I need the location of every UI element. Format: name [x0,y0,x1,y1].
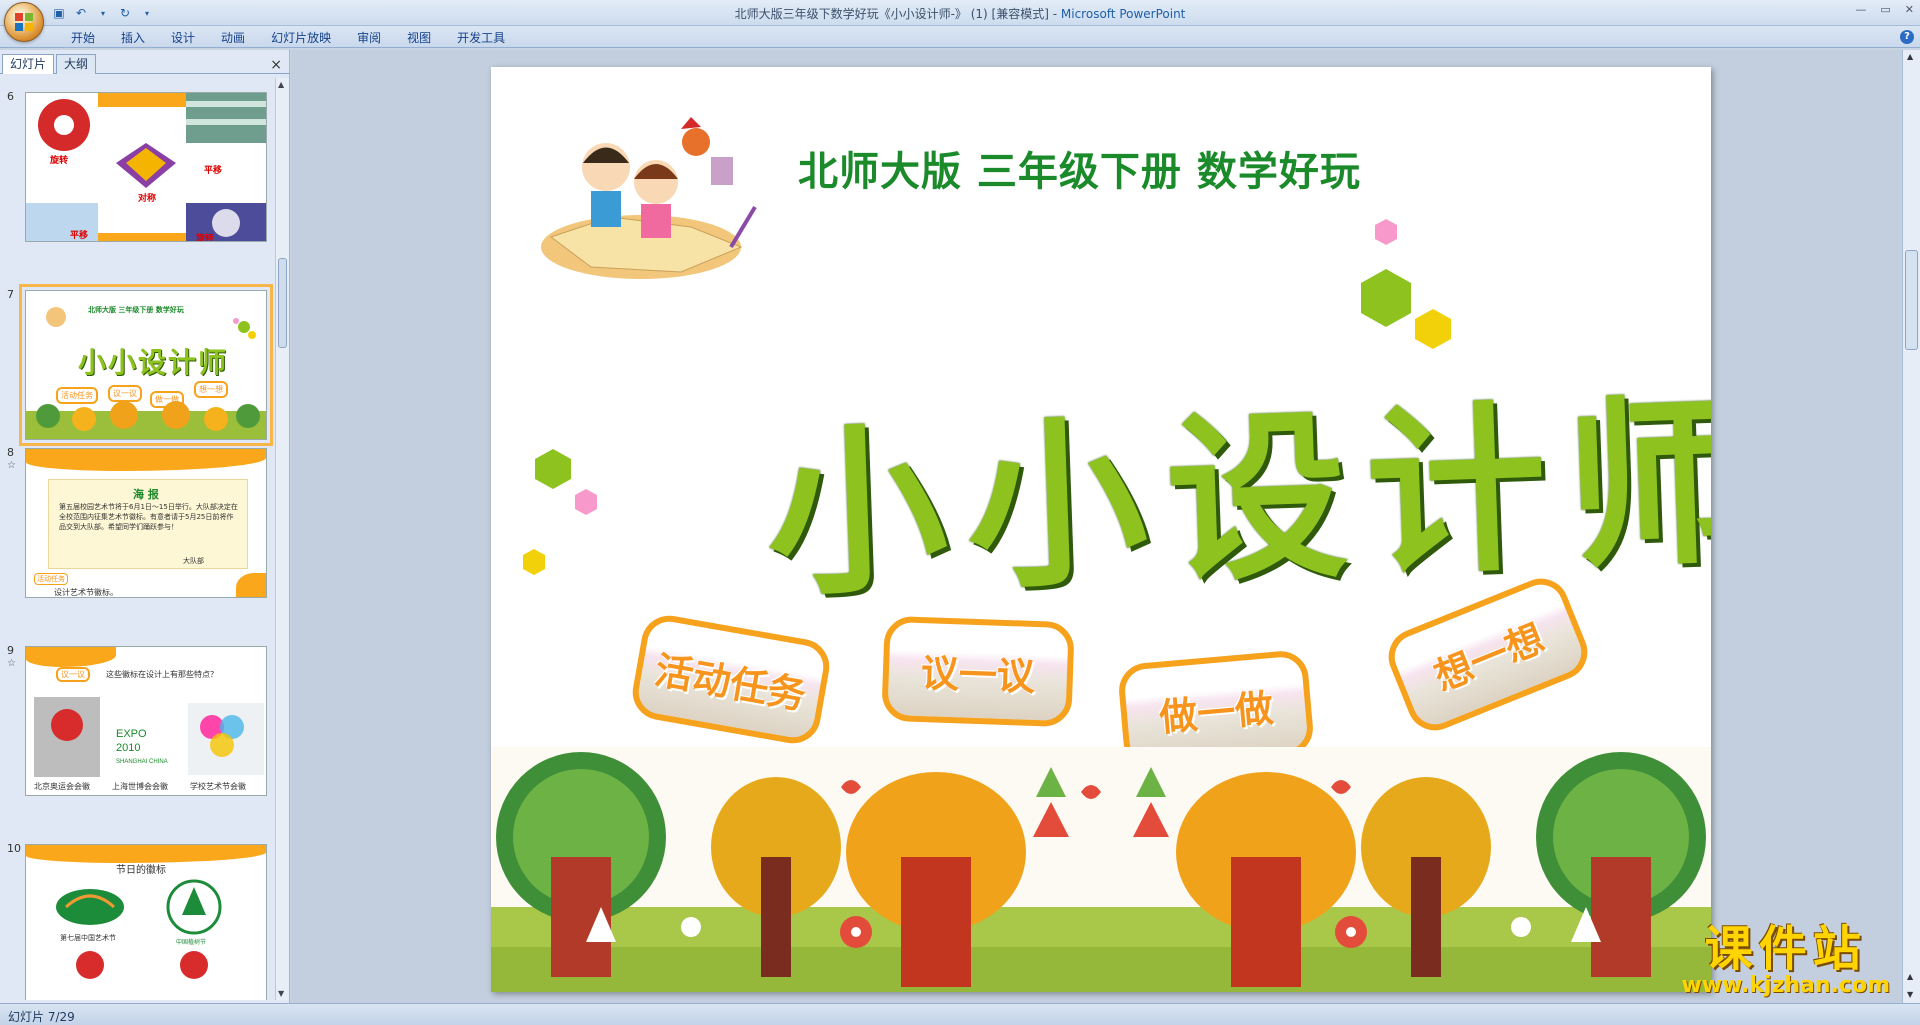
animation-star-icon: ☆ [7,460,16,471]
thumbnail-slide-9[interactable]: 议一议 这些徽标在设计上有那些特点？ EXPO 2010 SHANGHAI CH… [25,646,267,796]
title-bar: ▣ ↶ ▾ ↻ ▾ 北师大版三年级下数学好玩《小小设计师-》 (1) [兼容模式… [0,0,1920,26]
office-logo-icon [15,13,33,31]
scroll-up-icon[interactable]: ▲ [278,80,284,89]
thumbnail-slide-7[interactable]: 北师大版 三年级下册 数学好玩 小小设计师 活动任务 议一议 做一做 想一想 [19,284,273,446]
pink-dot [575,489,597,515]
tab-review[interactable]: 审阅 [344,29,394,47]
thumbnail-slide-10[interactable]: 节日的徽标 第七届中国艺术节 中国植树节 [25,844,267,1000]
yellow-dot [523,549,545,575]
next-slide-icon[interactable]: ▼ [1907,990,1913,999]
tab-design[interactable]: 设计 [158,29,208,47]
slide-title: 小小设计师 [763,375,1711,622]
poster-sign: 大队部 [183,557,204,565]
thumbnail-slide-8[interactable]: 海 报 第五届校园艺术节将于6月1日～15日举行。大队部决定在全校范围内征集艺术… [25,448,267,598]
thumb6-label: 平移 [204,166,223,176]
tab-view[interactable]: 视图 [394,29,444,47]
help-icon[interactable]: ? [1900,30,1914,44]
window-controls: — ▭ ✕ [1855,3,1914,16]
thumb6-label: 旋转 [196,234,215,242]
minimize-icon[interactable]: — [1855,3,1866,16]
thumb9-art: EXPO 2010 SHANGHAI CHINA [34,697,264,777]
slide-canvas[interactable]: 北师大版 三年级下册 数学好玩 小小设计师 活动任务 议一议 做一做 想一想 [491,67,1711,992]
thumb9-caption: 学校艺术节会徽 [190,782,246,791]
slide-thumbnails: 6 旋转 平移 对称 平移 旋转 7 北师大版 三年级下册 数学好玩 小小设计师… [0,78,276,1000]
watermark-text: 课件站 [1704,921,1867,977]
thumb9-caption: 北京奥运会会徽 [34,782,90,791]
thumb9-caption: 上海世博会会徽 [112,782,168,791]
scroll-up-icon[interactable]: ▲ [1907,52,1913,61]
thumbnail-slide-6[interactable]: 旋转 平移 对称 平移 旋转 [25,92,267,242]
restore-icon[interactable]: ▭ [1880,3,1890,16]
scroll-thumb[interactable] [278,258,287,348]
thumbnails-scrollbar[interactable]: ▲ ▼ [275,78,289,1000]
forest-illustration [491,747,1711,992]
poster-body: 第五届校园艺术节将于6月1日～15日举行。大队部决定在全校范围内征集艺术节徽标。… [59,503,238,531]
pink-dot [1375,219,1397,245]
animation-star-icon: ☆ [7,658,16,669]
thumb-number: 10 [7,842,21,855]
ribbon: 开始 插入 设计 动画 幻灯片放映 审阅 视图 开发工具 ? [0,26,1920,48]
poster-heading: 海 报 [133,488,159,501]
slide-indicator: 幻灯片 7/29 [8,1010,75,1024]
ribbon-tabs: 开始 插入 设计 动画 幻灯片放映 审阅 视图 开发工具 [58,29,518,47]
tab-animations[interactable]: 动画 [208,29,258,47]
activity-task-button[interactable]: 活动任务 [628,611,834,748]
panel-tabs: 幻灯片 大纲 × [0,54,290,74]
thumb8-caption: 设计艺术节徽标。 [54,588,118,597]
watermark: 课件站 www.kjzhan.com [1681,925,1890,998]
thumb6-art [26,93,266,241]
thumb6-label: 对称 [138,194,157,204]
tab-insert[interactable]: 插入 [108,29,158,47]
thumb7-art [26,307,266,439]
app-title: Microsoft PowerPoint [1060,7,1186,21]
green-dot [1361,269,1411,327]
green-dot [535,449,571,489]
svg-text:SHANGHAI CHINA: SHANGHAI CHINA [116,759,168,765]
panel-close-icon[interactable]: × [270,57,282,73]
tab-slides[interactable]: 幻灯片 [2,54,55,74]
tab-slideshow[interactable]: 幻灯片放映 [258,29,344,47]
svg-text:2010: 2010 [116,742,140,754]
poster: 海 报 第五届校园艺术节将于6月1日～15日举行。大队部决定在全校范围内征集艺术… [48,479,248,569]
thumb10-caption: 第七届中国艺术节 [60,934,116,942]
yellow-dot [1415,309,1451,349]
window-title: 北师大版三年级下数学好玩《小小设计师-》 (1) [兼容模式] - Micros… [0,5,1920,22]
children-reading-illustration [541,117,757,279]
previous-slide-icon[interactable]: ▲ [1907,972,1913,981]
status-bar: 幻灯片 7/29 [0,1003,1920,1025]
thumb-number: 7 [7,288,14,301]
thumb6-label: 旋转 [50,156,69,166]
thumb10-art [56,879,222,979]
scroll-thumb[interactable] [1905,250,1918,350]
svg-text:EXPO: EXPO [116,728,147,740]
thumb6-label: 平移 [70,231,89,241]
thumb-number: 8 [7,446,14,459]
thumb8-decor [26,449,266,471]
slides-panel: 幻灯片 大纲 × 6 旋转 平移 对称 平移 旋转 7 北师大版 三年级下册 数… [0,50,290,1003]
tab-home[interactable]: 开始 [58,29,108,47]
office-button[interactable] [4,2,44,42]
close-icon[interactable]: ✕ [1905,3,1914,16]
scroll-down-icon[interactable]: ▼ [278,989,284,998]
thumb-number: 9 [7,644,14,657]
thumb10-caption: 中国植树节 [176,939,207,946]
document-title: 北师大版三年级下数学好玩《小小设计师-》 (1) [兼容模式] - [734,7,1061,21]
thumb-number: 6 [7,90,14,103]
thumb8-badge: 活动任务 [34,573,68,585]
watermark-url: www.kjzhan.com [1681,973,1890,998]
editor-scrollbar[interactable]: ▲ ▲ ▼ [1902,50,1920,1003]
tab-outline[interactable]: 大纲 [56,54,97,74]
discuss-button[interactable]: 议一议 [881,615,1075,728]
slide-subtitle: 北师大版 三年级下册 数学好玩 [798,149,1361,195]
tab-developer[interactable]: 开发工具 [444,29,518,47]
thumb8-decor-corner [236,573,266,597]
